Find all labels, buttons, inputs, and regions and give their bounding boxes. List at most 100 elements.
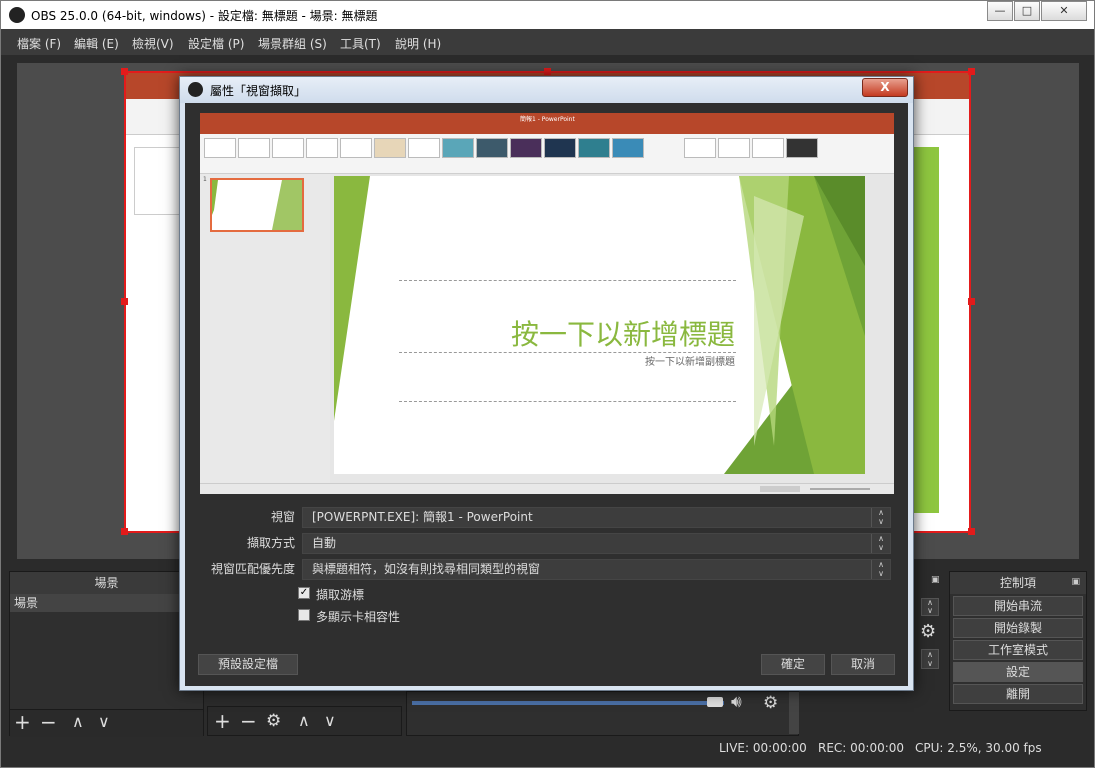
dialog-body: 簡報1 - PowerPoint 1 按一下以新增標題 按一下以新增副標題 視窗… (185, 103, 908, 686)
exit-button[interactable]: 離開 (953, 684, 1083, 704)
defaults-button[interactable]: 預設設定檔 (198, 654, 298, 675)
ppt-ribbon (200, 134, 894, 174)
scenes-toolbar: + − ∧ ∨ (10, 709, 203, 737)
view-buttons (760, 486, 800, 492)
thumbnail-graphic (212, 180, 302, 230)
ok-button[interactable]: 確定 (761, 654, 825, 675)
ppt-title-strip: 簡報1 - PowerPoint (200, 113, 894, 124)
move-down-icon[interactable]: ∨ (98, 712, 110, 731)
dialog-title-bar: 屬性「視窗擷取」 X (180, 77, 913, 103)
title-bar: OBS 25.0.0 (64-bit, windows) - 設定檔: 無標題 … (1, 1, 1094, 29)
resize-handle[interactable] (121, 298, 128, 305)
audio-mixer: 🔊︎ ⚙ (406, 691, 799, 736)
scene-list-item[interactable]: 場景 (10, 594, 203, 612)
cancel-button[interactable]: 取消 (831, 654, 895, 675)
mixer-scrollbar[interactable] (789, 692, 799, 734)
dock-float-icon[interactable]: ▣ (931, 575, 940, 585)
chevron-updown-icon: ∧ ∨ (871, 534, 890, 553)
menu-edit[interactable]: 編輯 (E) (74, 35, 119, 52)
volume-slider[interactable] (412, 701, 724, 705)
variant-thumb (718, 138, 750, 158)
resize-handle[interactable] (968, 68, 975, 75)
resize-handle[interactable] (968, 528, 975, 535)
ppt-status-bar (200, 483, 894, 494)
capture-preview: 簡報1 - PowerPoint 1 按一下以新增標題 按一下以新增副標題 (200, 113, 894, 494)
dock-float-icon[interactable]: ▣ (1071, 577, 1080, 587)
window-select[interactable]: [POWERPNT.EXE]: 簡報1 - PowerPoint ∧ ∨ (302, 507, 891, 528)
minimize-button[interactable]: — (987, 1, 1013, 21)
menu-help[interactable]: 說明 (H) (395, 35, 441, 52)
slide-canvas: 按一下以新增標題 按一下以新增副標題 (334, 176, 865, 474)
move-up-icon[interactable]: ∧ (298, 711, 310, 730)
chevron-updown-icon: ∧ ∨ (871, 560, 890, 579)
menu-view[interactable]: 檢視(V) (132, 35, 174, 52)
slide-number: 1 (203, 176, 207, 183)
menu-scene-collection[interactable]: 場景群組 (S) (258, 35, 327, 52)
slide-panel: 1 (200, 174, 330, 483)
field-row-window: 視窗 (185, 508, 295, 529)
capture-cursor-checkbox[interactable]: ✓ (298, 587, 310, 599)
maximize-button[interactable]: □ (1014, 1, 1040, 21)
resize-handle[interactable] (121, 528, 128, 535)
ppt-tabs (200, 124, 894, 134)
theme-thumb (408, 138, 440, 158)
theme-thumb (612, 138, 644, 158)
volume-slider-handle[interactable] (707, 697, 723, 707)
match-priority-label: 視窗匹配優先度 (210, 562, 295, 576)
slide-editor: 按一下以新增標題 按一下以新增副標題 (330, 174, 894, 483)
menu-profile[interactable]: 設定檔 (P) (188, 35, 244, 52)
slide-thumbnail (134, 147, 182, 215)
theme-thumb (238, 138, 270, 158)
field-row-capture-method: 擷取方式 (185, 534, 295, 555)
resize-handle[interactable] (544, 68, 551, 75)
live-time: LIVE: 00:00:00 (719, 741, 807, 755)
window-title: OBS 25.0.0 (64-bit, windows) - 設定檔: 無標題 … (31, 9, 378, 23)
close-button[interactable]: ✕ (1041, 1, 1087, 21)
remove-scene-icon[interactable]: − (40, 710, 57, 734)
menu-tools[interactable]: 工具(T) (340, 35, 381, 52)
speaker-icon[interactable]: 🔊︎ (731, 692, 742, 712)
theme-thumb (340, 138, 372, 158)
resize-handle[interactable] (121, 68, 128, 75)
menu-file[interactable]: 檔案 (F) (17, 35, 61, 52)
title-placeholder-border (399, 280, 736, 281)
transition-spinner[interactable]: ∧ ∨ (921, 649, 939, 669)
move-down-icon[interactable]: ∨ (324, 711, 336, 730)
transitions-fragment: ▣ ∧ ∨ ⚙ ∧ ∨ (915, 571, 947, 671)
slide-thumbnail (210, 178, 304, 232)
add-source-icon[interactable]: + (214, 709, 231, 733)
move-up-icon[interactable]: ∧ (72, 712, 84, 731)
add-scene-icon[interactable]: + (14, 710, 31, 734)
rec-time: REC: 00:00:00 (818, 741, 905, 755)
resize-handle[interactable] (968, 298, 975, 305)
slide-title: 按一下以新增標題 (510, 318, 735, 351)
theme-thumb (442, 138, 474, 158)
remove-source-icon[interactable]: − (240, 709, 257, 733)
capture-method-select[interactable]: 自動 ∧ ∨ (302, 533, 891, 554)
gear-icon[interactable]: ⚙ (920, 621, 936, 642)
controls-dock-title: 控制項 (950, 572, 1086, 594)
studio-mode-button[interactable]: 工作室模式 (953, 640, 1083, 660)
scenes-dock: 場景 場景 + − ∧ ∨ (9, 571, 204, 737)
theme-thumb (204, 138, 236, 158)
gear-icon[interactable]: ⚙ (763, 693, 778, 713)
variant-thumb (752, 138, 784, 158)
obs-logo-icon (9, 7, 25, 23)
field-row-match-priority: 視窗匹配優先度 (185, 560, 295, 581)
multi-adapter-checkbox[interactable] (298, 609, 310, 621)
scenes-dock-title: 場景 (10, 572, 203, 594)
settings-button[interactable]: 設定 (953, 662, 1083, 682)
match-priority-select[interactable]: 與標題相符，如沒有則找尋相同類型的視窗 ∧ ∨ (302, 559, 891, 580)
dialog-close-button[interactable]: X (862, 78, 908, 97)
multi-adapter-label: 多顯示卡相容性 (316, 610, 401, 624)
start-streaming-button[interactable]: 開始串流 (953, 596, 1083, 616)
match-priority-value: 與標題相符，如沒有則找尋相同類型的視窗 (312, 562, 541, 576)
duration-spinner[interactable]: ∧ ∨ (921, 598, 939, 616)
theme-thumb (306, 138, 338, 158)
theme-thumb (374, 138, 406, 158)
gear-icon[interactable]: ⚙ (266, 711, 281, 731)
start-recording-button[interactable]: 開始錄製 (953, 618, 1083, 638)
sources-toolbar: + − ⚙ ∧ ∨ (207, 706, 402, 736)
capture-method-label: 擷取方式 (246, 536, 295, 550)
zoom-slider (810, 488, 870, 490)
